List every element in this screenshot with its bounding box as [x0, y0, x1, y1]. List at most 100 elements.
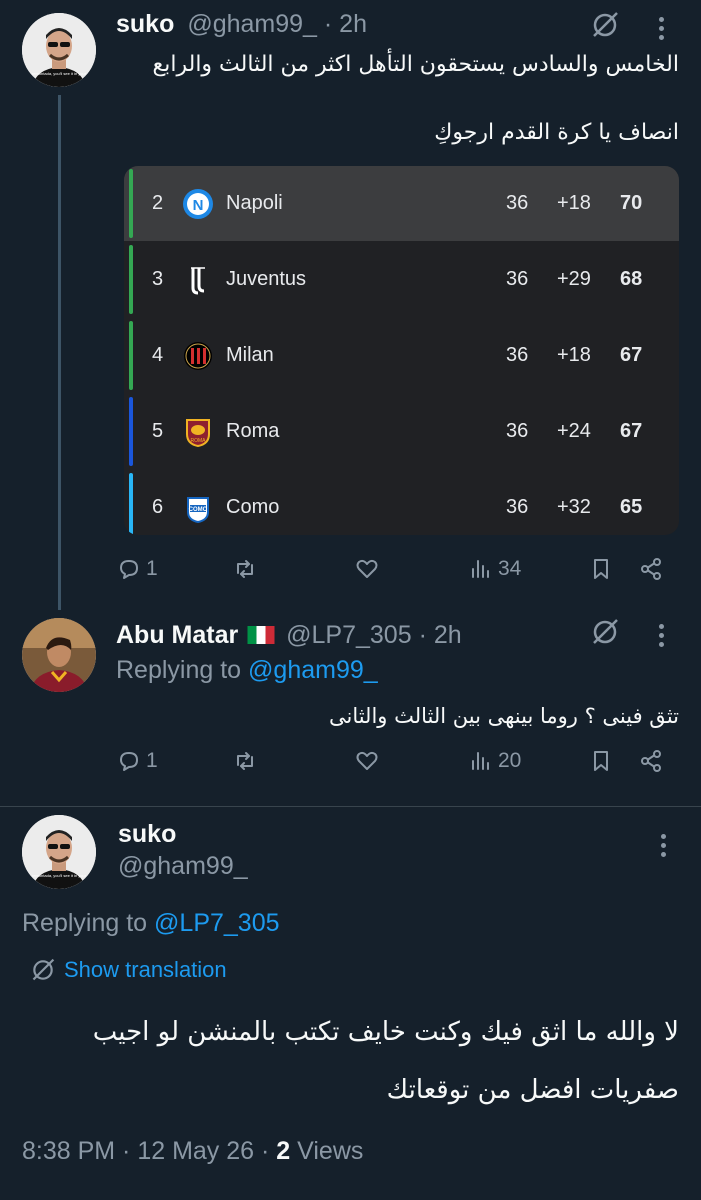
- more-options-icon[interactable]: [659, 17, 665, 44]
- grok-icon[interactable]: [590, 10, 620, 45]
- post-time[interactable]: · 2h: [324, 10, 367, 38]
- share-button[interactable]: [638, 748, 664, 774]
- repost-icon: [237, 752, 253, 770]
- games-played: 36: [506, 496, 529, 518]
- analytics-icon: [472, 560, 489, 578]
- more-options-icon[interactable]: [661, 834, 667, 861]
- standings-row: 3 Juventus 36 +29 68: [124, 242, 679, 317]
- heart-icon: [356, 559, 378, 578]
- goal-difference: +18: [557, 192, 591, 214]
- replying-to-label: Replying to: [116, 656, 242, 684]
- more-options-icon[interactable]: [659, 624, 665, 651]
- qualification-bar: [129, 245, 133, 314]
- replying-to-link[interactable]: @LP7_305: [154, 909, 279, 937]
- standings-row: 4 Milan 36 +18 67: [124, 318, 679, 393]
- repost-icon: [237, 560, 253, 578]
- share-icon: [641, 750, 661, 772]
- position: 4: [152, 344, 164, 366]
- author-handle[interactable]: @gham99_: [187, 10, 317, 38]
- bookmark-icon: [594, 559, 608, 579]
- author-handle[interactable]: @gham99_: [118, 852, 248, 881]
- goal-difference: +24: [557, 420, 591, 442]
- repost-button[interactable]: [232, 748, 258, 774]
- views-button[interactable]: 34: [468, 556, 521, 582]
- standings-row: 6 COMO Como 36 +32 65: [124, 470, 679, 535]
- heart-icon: [356, 751, 378, 770]
- team-name: Roma: [226, 420, 280, 442]
- reply-icon: [120, 752, 138, 771]
- points: 67: [620, 344, 643, 366]
- qualification-bar: [129, 397, 133, 466]
- author-handle[interactable]: @LP7_305: [286, 621, 411, 649]
- reply-count: 1: [146, 749, 158, 772]
- goal-difference: +32: [557, 496, 591, 518]
- post-time[interactable]: · 2h: [419, 621, 462, 649]
- bookmark-button[interactable]: [588, 556, 614, 582]
- napoli-logo: N: [182, 188, 214, 220]
- points: 70: [620, 192, 643, 214]
- juventus-logo: [182, 264, 214, 296]
- avatar[interactable]: [22, 618, 96, 692]
- games-played: 36: [506, 268, 529, 290]
- team-name: Como: [226, 496, 280, 518]
- avatar[interactable]: remontada, you'll see it in your: [22, 815, 96, 889]
- post-text: لا والله ما اثق فيك وكنت خايف تكتب بالمن…: [92, 1017, 679, 1047]
- avatar[interactable]: remontada, you'll see it in your: [22, 13, 96, 87]
- analytics-icon: [472, 752, 489, 770]
- like-button[interactable]: [354, 556, 380, 582]
- games-played: 36: [506, 344, 529, 366]
- games-played: 36: [506, 192, 529, 214]
- show-translation-button[interactable]: Show translation: [30, 957, 227, 983]
- reply-button[interactable]: 1: [116, 556, 158, 582]
- position: 2: [152, 192, 164, 214]
- team-name: Napoli: [226, 192, 283, 214]
- qualification-bar: [129, 473, 133, 535]
- points: 68: [620, 268, 643, 290]
- como-logo: COMO: [182, 492, 214, 524]
- replying-to-link[interactable]: @gham99_: [248, 656, 378, 684]
- team-name: Milan: [226, 344, 274, 366]
- translate-icon: [32, 958, 55, 981]
- post-timestamp[interactable]: 8:38 PM · 12 May 26 ·: [22, 1137, 276, 1165]
- author-name[interactable]: suko: [118, 820, 176, 849]
- games-played: 36: [506, 420, 529, 442]
- divider: [0, 806, 701, 807]
- svg-text:N: N: [193, 197, 204, 214]
- repost-button[interactable]: [232, 556, 258, 582]
- replying-to-label: Replying to: [22, 909, 148, 937]
- standings-row: 5 ROMA Roma 36 +24 67: [124, 394, 679, 469]
- reply-icon: [120, 560, 138, 579]
- svg-text:COMO: COMO: [189, 507, 208, 513]
- position: 3: [152, 268, 164, 290]
- views-button[interactable]: 20: [468, 748, 521, 774]
- view-count: 20: [498, 749, 522, 772]
- points: 65: [620, 496, 643, 518]
- standings-image[interactable]: 2 N Napoli 36 +18 70 3 Juventus 36 +29 6…: [124, 166, 679, 535]
- like-button[interactable]: [354, 748, 380, 774]
- svg-text:ROMA: ROMA: [191, 438, 207, 444]
- share-icon: [641, 558, 661, 580]
- post-text: الخامس والسادس يستحقون التأهل اكثر من ال…: [152, 52, 679, 77]
- view-count: 34: [498, 557, 522, 580]
- author-name[interactable]: Abu Matar: [116, 621, 238, 649]
- views-count: 2: [276, 1137, 291, 1165]
- team-name: Juventus: [226, 268, 307, 290]
- points: 67: [620, 420, 643, 442]
- post-text: تثق فينى ؟ روما بينهى بين الثالث والثانى: [328, 704, 679, 728]
- bookmark-button[interactable]: [588, 748, 614, 774]
- svg-text:remontada, you'll see it in yo: remontada, you'll see it in your: [32, 71, 87, 76]
- share-button[interactable]: [638, 556, 664, 582]
- position: 6: [152, 496, 164, 518]
- standings-row: 2 N Napoli 36 +18 70: [124, 166, 679, 241]
- post-text: انصاف يا كرة القدم ارجوكِ: [434, 120, 679, 145]
- grok-icon[interactable]: [590, 617, 620, 652]
- bookmark-icon: [594, 751, 608, 771]
- author-name[interactable]: suko: [116, 10, 174, 38]
- milan-logo: [182, 340, 214, 372]
- post-text: صفريات افضل من توقعاتك: [386, 1075, 679, 1105]
- goal-difference: +29: [557, 268, 591, 290]
- flag-emoji: [247, 622, 275, 644]
- reply-button[interactable]: 1: [116, 748, 158, 774]
- qualification-bar: [129, 169, 133, 238]
- position: 5: [152, 420, 164, 442]
